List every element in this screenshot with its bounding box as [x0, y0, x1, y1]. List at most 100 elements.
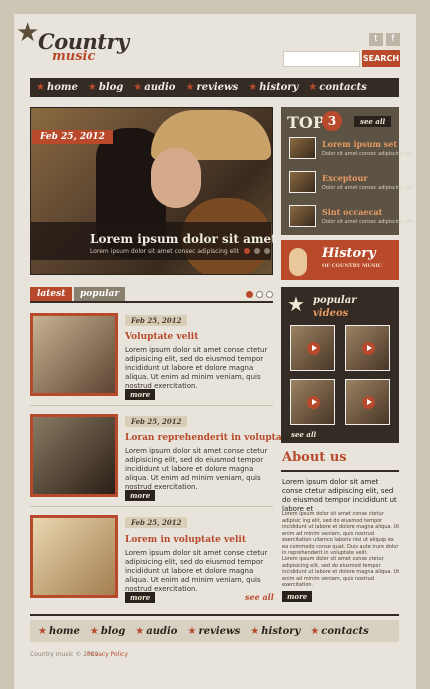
pager-dot-1[interactable]	[246, 291, 253, 298]
video-thumb-1[interactable]	[290, 325, 335, 371]
nav-item-audio[interactable]: ★ audio	[133, 82, 175, 93]
post-title-1[interactable]: Voluptate velit	[125, 332, 198, 342]
top3-text-3: Dolor sit amet consec adipiscing elit	[322, 219, 413, 225]
nav-item-reviews[interactable]: ★ reviews	[185, 82, 238, 93]
footer-nav-label: home	[48, 625, 80, 637]
footer-nav-item-history[interactable]: ★ history	[250, 626, 300, 637]
footer-nav: ★ home ★ blog ★ audio ★ reviews ★ history ★ co…	[30, 620, 399, 642]
about-lead: Lorem ipsum dolor sit amet conse ctetur …	[282, 478, 397, 513]
top3-title-2[interactable]: Exceptour	[322, 173, 367, 183]
slider-dot-2[interactable]	[254, 248, 260, 254]
star-icon: ★	[308, 82, 318, 93]
star-icon: ★	[185, 82, 195, 93]
posts-see-all-link[interactable]: see all	[245, 592, 274, 602]
tabs-divider	[30, 301, 273, 303]
top3-text-1: Dolor sit amet consec adipiscing elit	[322, 151, 413, 157]
post-more-button-3[interactable]: more	[125, 592, 156, 603]
post-more-button-2[interactable]: more	[125, 490, 156, 501]
star-icon: ★	[310, 625, 320, 637]
nav-label: reviews	[196, 82, 239, 93]
logo-star-icon[interactable]: ★	[16, 20, 39, 46]
nav-item-blog[interactable]: ★ blog	[88, 82, 123, 93]
play-icon	[307, 342, 320, 355]
about-more-button[interactable]: more	[282, 591, 313, 602]
slider-dot-1[interactable]	[244, 248, 250, 254]
about-title: About us	[282, 450, 347, 465]
post-more-button-1[interactable]: more	[125, 389, 156, 400]
top3-label: TOP	[287, 113, 325, 132]
tab-popular[interactable]: popular	[74, 287, 126, 301]
footer-nav-item-home[interactable]: ★ home	[38, 626, 80, 637]
twitter-icon[interactable]: t	[369, 33, 383, 46]
footer-nav-label: audio	[146, 625, 178, 637]
footer-nav-label: reviews	[198, 625, 241, 637]
post-text-3: Lorem ipsum dolor sit amet conse ctetur …	[125, 549, 268, 593]
top3-thumb-1[interactable]	[289, 137, 316, 159]
nav-item-home[interactable]: ★ home	[36, 82, 78, 93]
slider-text: Lorem ipsum dolor sit amet consec adipis…	[90, 248, 239, 255]
slider-dot-3[interactable]	[264, 248, 270, 254]
facebook-icon[interactable]: f	[386, 33, 400, 46]
post-text-1: Lorem ipsum dolor sit amet conse ctetur …	[125, 346, 268, 390]
post-date-1: Feb 25, 2012	[125, 315, 188, 326]
play-icon	[307, 396, 320, 409]
post-date-2: Feb 25, 2012	[125, 416, 188, 427]
nav-label: audio	[144, 82, 176, 93]
star-icon: ★	[87, 82, 97, 93]
history-title[interactable]: History	[322, 246, 376, 261]
footer-nav-label: blog	[100, 625, 126, 637]
search-button[interactable]: SEARCH	[362, 50, 400, 67]
nav-label: home	[46, 82, 78, 93]
privacy-policy-link[interactable]: Privacy Policy	[87, 651, 128, 658]
nav-label: history	[259, 82, 299, 93]
star-icon: ★	[36, 82, 45, 93]
post-image-2[interactable]	[30, 414, 118, 497]
post-title-3[interactable]: Lorem in voluptate velit	[125, 535, 246, 545]
star-icon: ★	[135, 625, 145, 637]
top3-title-1[interactable]: Lorem ipsum set	[322, 139, 397, 149]
search-input[interactable]	[283, 51, 360, 67]
top3-number-badge: 3	[322, 111, 342, 131]
footer-nav-item-reviews[interactable]: ★ reviews	[187, 626, 240, 637]
footer-nav-item-audio[interactable]: ★ audio	[135, 626, 177, 637]
star-icon: ★	[187, 625, 197, 637]
star-icon: ★	[38, 625, 47, 637]
footer-nav-label: contacts	[321, 625, 369, 637]
logo-subtitle[interactable]: music	[52, 49, 95, 64]
videos-title: popular	[313, 295, 357, 306]
slider-title[interactable]: Lorem ipsum dolor sit amet	[90, 232, 277, 246]
top3-text-2: Dolor sit amet consec adipiscing elit	[322, 185, 413, 191]
about-paragraph-2: Lorem ipsum dolor sit amet conse ctetur …	[282, 556, 400, 588]
history-subtitle: OF COUNTRY MUSIC	[322, 263, 382, 269]
footer-nav-item-blog[interactable]: ★ blog	[90, 626, 125, 637]
post-date-3: Feb 25, 2012	[125, 517, 188, 528]
post-title-2[interactable]: Loran reprehenderit in voluptate	[125, 433, 292, 443]
video-thumb-3[interactable]	[290, 379, 335, 425]
about-divider	[281, 470, 399, 472]
about-paragraph-1: Lorem ipsum dolor sit amet conse ctetur …	[282, 511, 400, 556]
top3-title-3[interactable]: Sint occaecat	[322, 207, 382, 217]
star-icon: ★	[89, 625, 99, 637]
tab-latest[interactable]: latest	[30, 287, 73, 301]
pager-dot-3[interactable]	[266, 291, 273, 298]
post-image-1[interactable]	[30, 313, 118, 396]
slider-photo-face	[151, 148, 201, 208]
nav-label: blog	[98, 82, 124, 93]
main-nav: ★ home ★ blog ★ audio ★ reviews ★ history ★ co…	[30, 78, 399, 97]
slider-date-badge: Feb 25, 2012	[32, 130, 113, 144]
footer-divider	[30, 614, 399, 616]
post-separator	[30, 506, 273, 507]
post-image-3[interactable]	[30, 515, 118, 598]
footer-nav-label: history	[261, 625, 301, 637]
top3-thumb-2[interactable]	[289, 171, 316, 193]
video-thumb-4[interactable]	[345, 379, 390, 425]
videos-see-all-button[interactable]: see all	[291, 430, 316, 439]
post-text-2: Lorem ipsum dolor sit amet conse ctetur …	[125, 447, 268, 491]
top3-thumb-3[interactable]	[289, 205, 316, 227]
footer-nav-item-contacts[interactable]: ★ contacts	[310, 626, 368, 637]
pager-dot-2[interactable]	[256, 291, 263, 298]
nav-item-history[interactable]: ★ history	[248, 82, 298, 93]
nav-item-contacts[interactable]: ★ contacts	[308, 82, 366, 93]
video-thumb-2[interactable]	[345, 325, 390, 371]
top3-see-all-button[interactable]: see all	[354, 116, 392, 127]
